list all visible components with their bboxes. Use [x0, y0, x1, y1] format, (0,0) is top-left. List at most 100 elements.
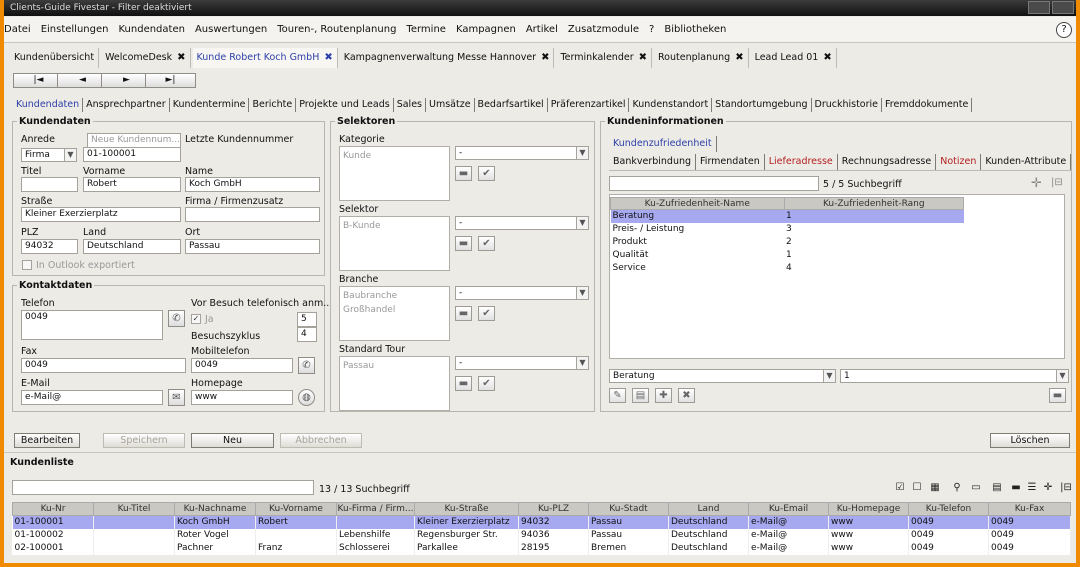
col-ku-nr[interactable]: Ku-Nr: [12, 502, 94, 516]
mobile-phone-icon[interactable]: ✆: [298, 357, 315, 374]
tab-lead-lead-01[interactable]: Lead Lead 01 ✖: [751, 48, 837, 68]
table-row[interactable]: Service 4: [611, 262, 964, 275]
col-zufriedenheit-rang[interactable]: Ku-Zufriedenheit-Rang: [783, 197, 965, 210]
close-icon[interactable]: ✖: [823, 52, 831, 63]
mobil-field[interactable]: 0049: [191, 358, 293, 373]
outlook-checkbox[interactable]: [22, 260, 32, 270]
selektor-list-branche[interactable]: Baubranche Großhandel: [339, 286, 450, 341]
confirm-check-icon[interactable]: ✔: [478, 376, 495, 391]
vor-besuch-checkbox[interactable]: ✓: [191, 314, 201, 324]
table-row[interactable]: 01-100001 Koch GmbH Robert Kleiner Exerzier…: [12, 515, 1071, 529]
telefon-field[interactable]: 0049: [21, 310, 163, 340]
delete-x-icon[interactable]: ✖: [678, 388, 695, 403]
tab-kunde-robert-koch-gmbh[interactable]: Kunde Robert Koch GmbH ✖: [192, 48, 338, 68]
speichern-button[interactable]: Speichern: [103, 433, 185, 448]
neue-kundennummer-button[interactable]: Neue Kundennum...: [87, 133, 181, 148]
table-row[interactable]: Beratung 1: [610, 209, 964, 223]
col-ku-nachname[interactable]: Ku-Nachname: [174, 502, 256, 516]
minus-icon[interactable]: ▬: [1010, 482, 1022, 494]
tab-kundentermine[interactable]: Kundentermine: [172, 98, 250, 112]
tab-notizen[interactable]: Notizen: [936, 154, 982, 170]
confirm-check-icon[interactable]: ✔: [478, 166, 495, 181]
menu-item-artikel[interactable]: Artikel: [522, 17, 564, 43]
expand-icon[interactable]: ✛: [1042, 482, 1054, 494]
selektor-select-kategorie[interactable]: - ▼: [455, 146, 589, 160]
col-ku-stadt[interactable]: Ku-Stadt: [588, 502, 669, 516]
close-icon[interactable]: ✖: [639, 52, 647, 63]
close-icon[interactable]: ✖: [324, 52, 332, 63]
col-ku-firma-firm[interactable]: Ku-Firma / Firm...: [336, 502, 415, 516]
remove-minus-icon[interactable]: ▬: [455, 376, 472, 391]
close-icon[interactable]: ✖: [541, 52, 549, 63]
selektor-item[interactable]: Passau: [343, 359, 446, 373]
ort-field[interactable]: Passau: [185, 239, 320, 254]
vor-besuch-tage-field[interactable]: 5: [297, 312, 317, 327]
selektor-select-selektor[interactable]: - ▼: [455, 216, 589, 230]
document-icon[interactable]: ▤: [991, 482, 1003, 494]
menu-item-zusatzmodule[interactable]: Zusatzmodule: [564, 17, 645, 43]
col-ku-plz[interactable]: Ku-PLZ: [518, 502, 589, 516]
close-window-button[interactable]: [1052, 1, 1074, 14]
tab-kunden-attribute[interactable]: Kunden-Attribute: [981, 154, 1072, 170]
anrede-select[interactable]: Firma ▼: [21, 148, 77, 162]
table-row[interactable]: Qualität 1: [611, 249, 964, 262]
calendar-icon[interactable]: ▦: [929, 482, 941, 494]
land-field[interactable]: Deutschland: [83, 239, 181, 254]
tab-welcomedesk[interactable]: WelcomeDesk ✖: [101, 48, 191, 68]
selektor-select-standard-tour[interactable]: - ▼: [455, 356, 589, 370]
remove-minus-icon[interactable]: ▬: [1049, 388, 1066, 403]
selektor-list-standard-tour[interactable]: Passau: [339, 356, 450, 411]
selektor-list-kategorie[interactable]: Kunde: [339, 146, 450, 201]
remove-minus-icon[interactable]: ▬: [455, 236, 472, 251]
col-ku-titel[interactable]: Ku-Titel: [93, 502, 175, 516]
strasse-field[interactable]: Kleiner Exerzierplatz: [21, 207, 181, 222]
last-record-button[interactable]: ►|: [145, 73, 196, 88]
vorname-field[interactable]: Robert: [83, 177, 181, 192]
plz-field[interactable]: 94032: [21, 239, 78, 254]
tab-umsaetze[interactable]: Umsätze: [428, 98, 475, 112]
selektor-select-branche[interactable]: - ▼: [455, 286, 589, 300]
abbrechen-button[interactable]: Abbrechen: [280, 433, 362, 448]
tab-kampagnenverwaltung-messe-hannover[interactable]: Kampagnenverwaltung Messe Hannover ✖: [340, 48, 555, 68]
tab-berichte[interactable]: Berichte: [251, 98, 297, 112]
save-disk-icon[interactable]: ▤: [632, 388, 649, 403]
zufriedenheit-search-input[interactable]: [609, 176, 819, 191]
col-ku-strasse[interactable]: Ku-Straße: [414, 502, 519, 516]
checkbox-empty-icon[interactable]: ☐: [911, 482, 923, 494]
neu-button[interactable]: Neu: [191, 433, 274, 448]
menu-item-kundendaten[interactable]: Kundendaten: [114, 17, 190, 43]
tab-firmendaten[interactable]: Firmendaten: [696, 154, 765, 170]
tab-kundendaten[interactable]: Kundendaten: [15, 98, 84, 112]
collapse-icon[interactable]: |⊟: [1051, 177, 1063, 188]
name-field[interactable]: Koch GmbH: [185, 177, 320, 192]
kundenliste-search-input[interactable]: [12, 480, 314, 495]
col-land[interactable]: Land: [668, 502, 749, 516]
selektor-item[interactable]: Kunde: [343, 149, 446, 163]
close-icon[interactable]: ✖: [177, 52, 185, 63]
col-ku-fax[interactable]: Ku-Fax: [988, 502, 1071, 516]
col-ku-homepage[interactable]: Ku-Homepage: [828, 502, 909, 516]
checkbox-checked-icon[interactable]: ☑: [894, 482, 906, 494]
confirm-check-icon[interactable]: ✔: [478, 236, 495, 251]
col-ku-telefon[interactable]: Ku-Telefon: [908, 502, 989, 516]
edit-pencil-icon[interactable]: ✎: [609, 388, 626, 403]
loeschen-button[interactable]: Löschen: [990, 433, 1070, 448]
table-row[interactable]: Produkt 2: [611, 236, 964, 249]
table-row[interactable]: Preis- / Leistung 3: [611, 223, 964, 236]
tab-kundenuebersicht[interactable]: Kundenübersicht: [10, 48, 100, 68]
tab-routenplanung[interactable]: Routenplanung ✖: [654, 48, 749, 68]
tab-standortumgebung[interactable]: Standortumgebung: [714, 98, 812, 112]
selektor-item[interactable]: B-Kunde: [343, 219, 446, 233]
table-row[interactable]: 02-100001 Pachner Franz Schlosserei Parkalle…: [12, 542, 1071, 555]
tab-praeferenzartikel[interactable]: Präferenzartikel: [550, 98, 630, 112]
selektor-item[interactable]: Baubranche: [343, 289, 446, 303]
titel-field[interactable]: [21, 177, 78, 192]
homepage-field[interactable]: www: [191, 390, 293, 405]
tab-terminkalender[interactable]: Terminkalender ✖: [556, 48, 652, 68]
map-pin-icon[interactable]: ⚲: [951, 482, 963, 494]
tab-bankverbindung[interactable]: Bankverbindung: [609, 154, 697, 170]
remove-minus-icon[interactable]: ▬: [455, 166, 472, 181]
selektor-list-selektor[interactable]: B-Kunde: [339, 216, 450, 271]
email-field[interactable]: e-Mail@: [21, 390, 163, 405]
col-ku-vorname[interactable]: Ku-Vorname: [255, 502, 337, 516]
